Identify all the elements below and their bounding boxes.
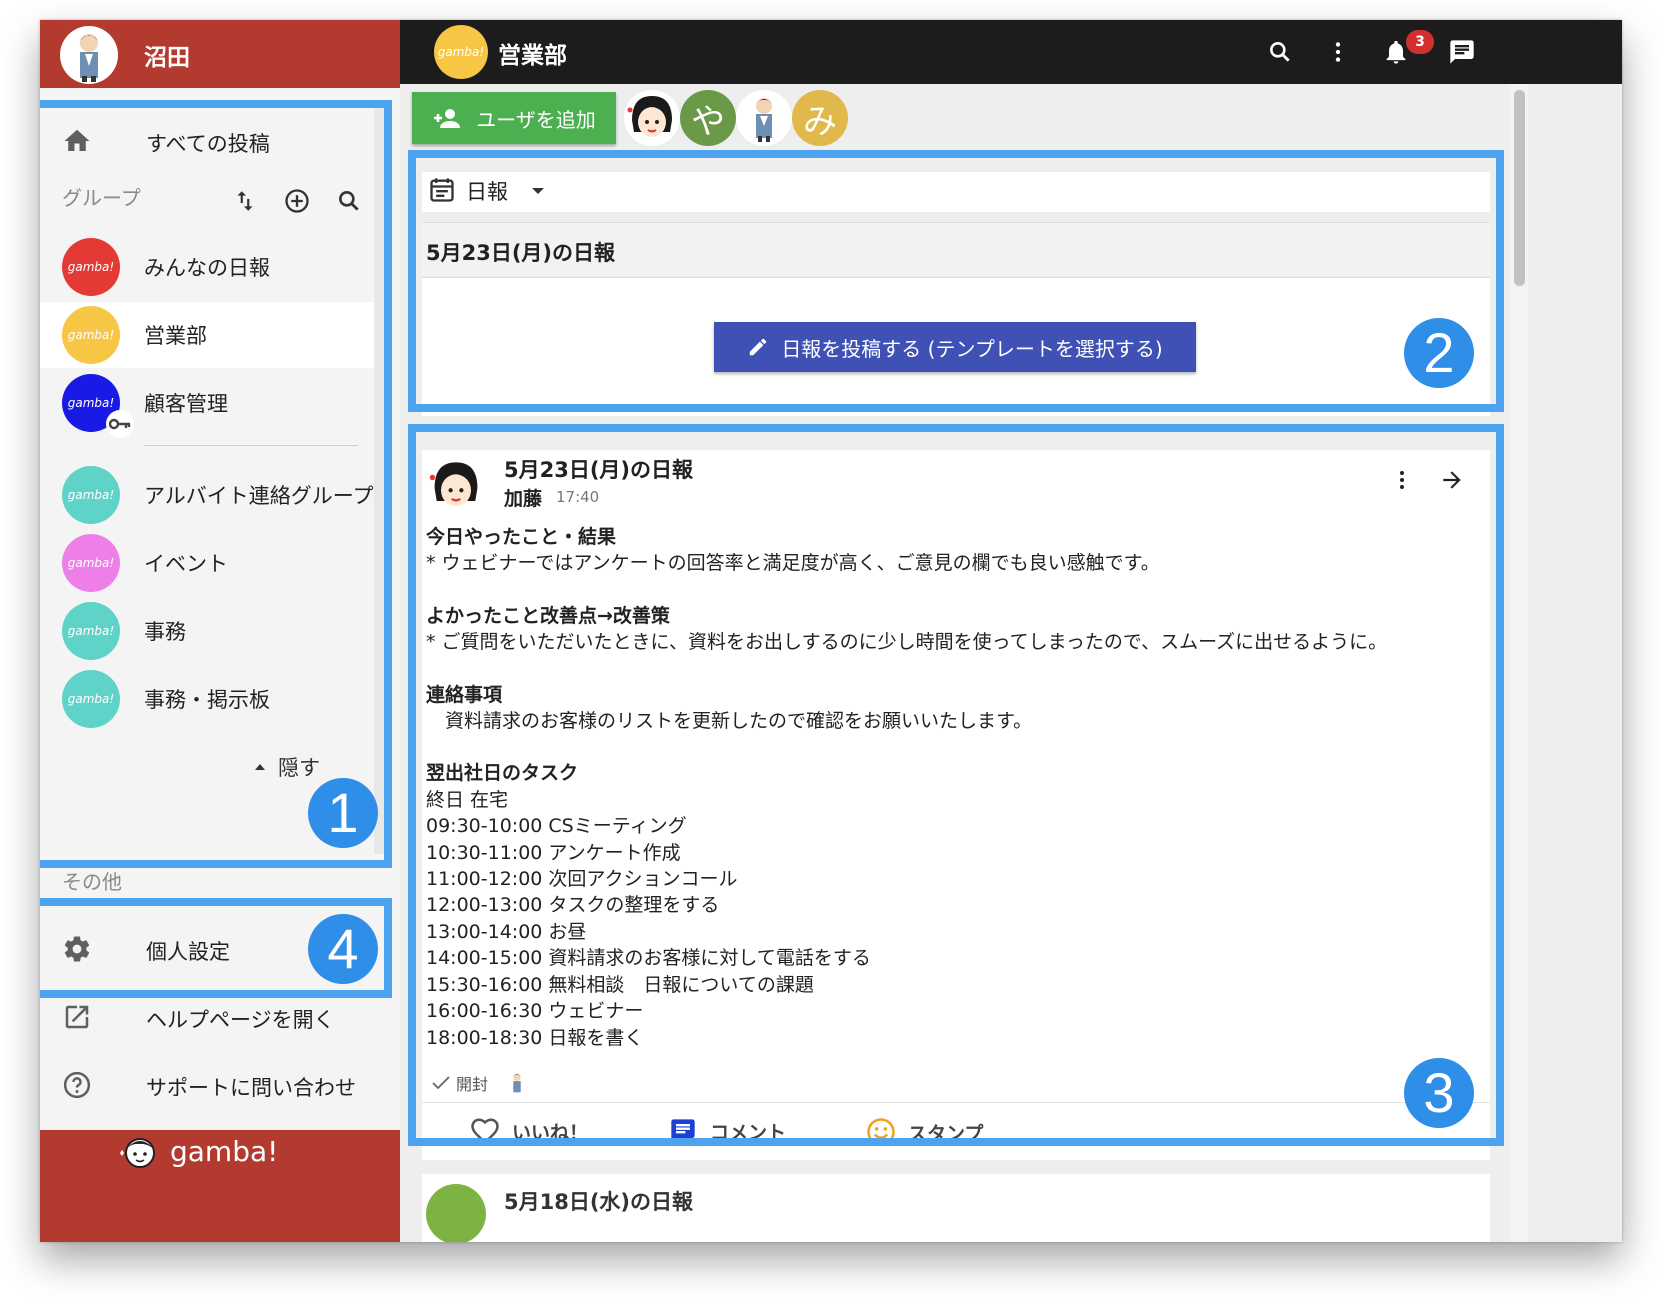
other-section-label: その他 bbox=[62, 870, 122, 894]
help-circle-icon bbox=[62, 1070, 92, 1100]
member-avatar-mi[interactable]: み bbox=[792, 90, 848, 146]
user-name: 沼田 bbox=[144, 45, 190, 71]
sidebar-footer: gamba! bbox=[40, 1130, 400, 1242]
person-add-icon bbox=[434, 109, 461, 128]
top-app-bar: gamba! 営業部 3 bbox=[400, 20, 1622, 84]
annotation-box-3 bbox=[408, 424, 1504, 1146]
nav-help[interactable]: ヘルプページを開く bbox=[40, 992, 392, 1042]
current-group-logo: gamba! bbox=[434, 25, 488, 79]
mascot-icon bbox=[120, 1138, 155, 1168]
main-scrollbar[interactable] bbox=[1510, 84, 1528, 1242]
app-window: 沼田 すべての投稿 グループ gamba! みんなの日報 gamba! 営業部 … bbox=[40, 20, 1622, 1242]
nav-support[interactable]: サポートに問い合わせ bbox=[40, 1060, 392, 1110]
annotation-number-2: 2 bbox=[1404, 318, 1474, 388]
annotation-number-1: 1 bbox=[308, 778, 378, 848]
next-post-avatar[interactable] bbox=[426, 1184, 486, 1242]
annotation-box-1 bbox=[40, 100, 392, 868]
current-group-title: 営業部 bbox=[498, 43, 567, 69]
annotation-box-2 bbox=[408, 150, 1504, 412]
member-avatar-numata[interactable] bbox=[736, 90, 792, 146]
add-user-button[interactable]: ユーザを追加 bbox=[412, 92, 616, 144]
next-post-title[interactable]: 5月18日(水)の日報 bbox=[504, 1186, 693, 1216]
support-label: サポートに問い合わせ bbox=[146, 1076, 356, 1100]
open-in-new-icon bbox=[62, 1002, 92, 1032]
annotation-number-4: 4 bbox=[308, 914, 378, 984]
help-label: ヘルプページを開く bbox=[146, 1008, 335, 1032]
add-user-label: ユーザを追加 bbox=[476, 107, 596, 132]
brand-logo[interactable]: gamba! bbox=[116, 1130, 278, 1172]
sidebar-header: 沼田 bbox=[40, 20, 422, 88]
user-avatar[interactable] bbox=[60, 26, 118, 84]
member-avatar-kato[interactable] bbox=[624, 90, 680, 146]
member-avatar-ya[interactable]: や bbox=[680, 90, 736, 146]
annotation-number-3: 3 bbox=[1404, 1058, 1474, 1128]
search-icon[interactable] bbox=[1264, 36, 1296, 68]
brand-name: gamba! bbox=[170, 1134, 279, 1168]
next-post-card: 5月18日(水)の日報 bbox=[422, 1174, 1490, 1242]
chat-icon[interactable] bbox=[1446, 36, 1478, 68]
notification-badge: 3 bbox=[1406, 30, 1434, 54]
main-scroll-thumb[interactable] bbox=[1514, 90, 1525, 286]
more-vert-icon[interactable] bbox=[1322, 36, 1354, 68]
